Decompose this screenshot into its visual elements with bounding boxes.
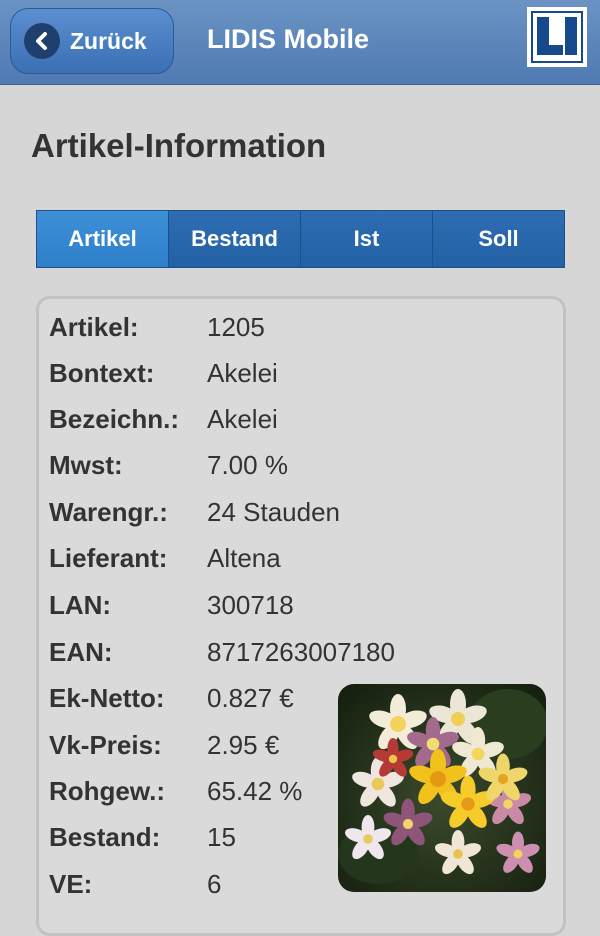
detail-row-mwst: Mwst: 7.00 % xyxy=(49,445,288,485)
detail-value: 65.42 % xyxy=(207,775,303,806)
detail-row-rohgewinn: Rohgew.: 65.42 % xyxy=(49,771,302,811)
detail-row-bezeichnung: Bezeichn.: Akelei xyxy=(49,399,278,439)
detail-value: 2.95 € xyxy=(207,729,280,760)
detail-row-bestand: Bestand: 15 xyxy=(49,817,236,857)
detail-row-bontext: Bontext: Akelei xyxy=(49,353,278,393)
detail-value: Akelei xyxy=(207,403,278,434)
detail-label: Rohgew.: xyxy=(49,775,166,806)
chevron-left-icon xyxy=(24,23,60,59)
tab-bar: Artikel Bestand Ist Soll xyxy=(36,210,565,268)
detail-value: 0.827 € xyxy=(207,682,294,713)
tab-artikel[interactable]: Artikel xyxy=(37,211,169,267)
detail-label: Lieferant: xyxy=(49,542,168,573)
detail-value: 1205 xyxy=(207,311,265,342)
detail-row-lan: LAN: 300718 xyxy=(49,585,294,625)
detail-value: 300718 xyxy=(207,589,294,620)
detail-row-artikel: Artikel: 1205 xyxy=(49,307,265,347)
article-details-card: Artikel: 1205 Bontext: Akelei Bezeichn.:… xyxy=(36,296,566,936)
detail-value: Akelei xyxy=(207,357,278,388)
detail-value: 24 Stauden xyxy=(207,496,341,527)
detail-label: Bontext: xyxy=(49,357,155,388)
detail-row-lieferant: Lieferant: Altena xyxy=(49,538,281,578)
detail-row-ean: EAN: 8717263007180 xyxy=(49,632,395,672)
detail-row-warengruppe: Warengr.: 24 Stauden xyxy=(49,492,340,532)
detail-row-ek-netto: Ek-Netto: 0.827 € xyxy=(49,678,294,718)
detail-label: EAN: xyxy=(49,636,113,667)
detail-label: Bezeichn.: xyxy=(49,403,180,434)
product-photo xyxy=(338,684,546,892)
app-header: Zurück LIDIS Mobile xyxy=(0,0,600,85)
detail-label: Artikel: xyxy=(49,311,139,342)
detail-label: Mwst: xyxy=(49,449,123,480)
app-title: LIDIS Mobile xyxy=(207,24,369,54)
back-button[interactable]: Zurück xyxy=(10,8,174,74)
detail-value: Altena xyxy=(207,542,281,573)
back-button-label: Zurück xyxy=(70,27,147,54)
page-title: Artikel-Information xyxy=(31,127,327,164)
tab-bestand[interactable]: Bestand xyxy=(169,211,301,267)
detail-label: Vk-Preis: xyxy=(49,729,162,760)
detail-row-ve: VE: 6 xyxy=(49,864,221,904)
detail-value: 7.00 % xyxy=(207,449,288,480)
detail-value: 6 xyxy=(207,868,222,899)
detail-row-vk-preis: Vk-Preis: 2.95 € xyxy=(49,725,279,765)
detail-label: VE: xyxy=(49,868,93,899)
detail-value: 15 xyxy=(207,821,236,852)
detail-label: Warengr.: xyxy=(49,496,168,527)
detail-label: Bestand: xyxy=(49,821,161,852)
tab-soll[interactable]: Soll xyxy=(433,211,564,267)
detail-value: 8717263007180 xyxy=(207,636,395,667)
tab-ist[interactable]: Ist xyxy=(301,211,433,267)
detail-label: Ek-Netto: xyxy=(49,682,165,713)
detail-label: LAN: xyxy=(49,589,112,620)
lidis-logo-icon xyxy=(527,7,587,67)
